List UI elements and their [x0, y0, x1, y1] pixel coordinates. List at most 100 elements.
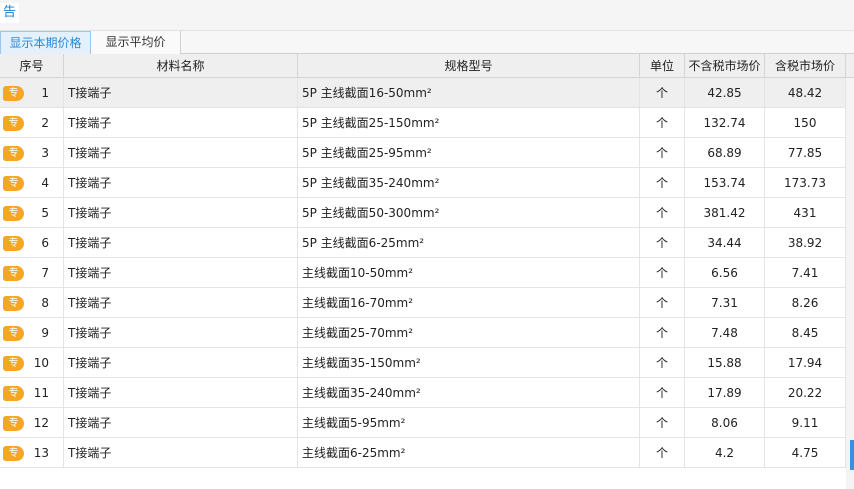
cell-price-ex-tax: 17.89	[685, 378, 765, 408]
row-number: 5	[41, 206, 49, 220]
cell-spec: 主线截面10-50mm²	[298, 258, 640, 288]
cell-price-inc-tax: 38.92	[765, 228, 846, 258]
cell-spec: 5P 主线截面50-300mm²	[298, 198, 640, 228]
cell-seq: 专1	[0, 78, 64, 108]
special-tag-icon: 专	[3, 206, 24, 221]
tab-bar: 显示本期价格 显示平均价	[0, 31, 854, 54]
cell-price-ex-tax: 42.85	[685, 78, 765, 108]
cell-price-ex-tax: 15.88	[685, 348, 765, 378]
cell-seq: 专6	[0, 228, 64, 258]
cell-price-ex-tax: 68.89	[685, 138, 765, 168]
table-row[interactable]: 专 13 T接端子 主线截面6-25mm² 个 4.2 4.75	[0, 438, 846, 468]
row-number: 13	[33, 446, 49, 460]
cell-spec: 5P 主线截面25-150mm²	[298, 108, 640, 138]
cell-spec: 主线截面16-70mm²	[298, 288, 640, 318]
col-header-spec[interactable]: 规格型号	[298, 54, 640, 78]
cell-seq: 专7	[0, 258, 64, 288]
table-row[interactable]: 专 9 T接端子 主线截面25-70mm² 个 7.48 8.45	[0, 318, 846, 348]
vertical-scrollbar[interactable]	[846, 78, 854, 489]
cell-material-name: T接端子	[64, 108, 298, 138]
row-number: 6	[41, 236, 49, 250]
special-tag-icon: 专	[3, 296, 24, 311]
special-tag-icon: 专	[3, 236, 24, 251]
cell-price-ex-tax: 132.74	[685, 108, 765, 138]
cell-price-ex-tax: 7.48	[685, 318, 765, 348]
cell-spec: 5P 主线截面16-50mm²	[298, 78, 640, 108]
tab-average-price[interactable]: 显示平均价	[91, 31, 181, 54]
cell-seq: 专 10	[0, 348, 64, 378]
cell-material-name: T接端子	[64, 198, 298, 228]
cell-unit: 个	[640, 78, 685, 108]
cell-material-name: T接端子	[64, 408, 298, 438]
cell-unit: 个	[640, 198, 685, 228]
cell-price-inc-tax: 4.75	[765, 438, 846, 468]
cell-unit: 个	[640, 138, 685, 168]
cell-seq: 专8	[0, 288, 64, 318]
row-number: 4	[41, 176, 49, 190]
cell-price-inc-tax: 431	[765, 198, 846, 228]
special-tag-icon: 专	[3, 386, 24, 401]
special-tag-icon: 专	[3, 326, 24, 341]
cell-material-name: T接端子	[64, 168, 298, 198]
cell-price-ex-tax: 4.2	[685, 438, 765, 468]
table-row[interactable]: 专 6 T接端子 5P 主线截面6-25mm² 个 34.44 38.92	[0, 228, 846, 258]
row-number: 11	[33, 386, 49, 400]
row-number: 3	[41, 146, 49, 160]
table-row[interactable]: 专 4 T接端子 5P 主线截面35-240mm² 个 153.74 173.73	[0, 168, 846, 198]
window-title: 告	[0, 3, 20, 23]
cell-unit: 个	[640, 348, 685, 378]
table-row[interactable]: 专 10 T接端子 主线截面35-150mm² 个 15.88 17.94	[0, 348, 846, 378]
col-header-price-inc-tax[interactable]: 含税市场价	[765, 54, 846, 78]
cell-material-name: T接端子	[64, 438, 298, 468]
scrollbar-thumb[interactable]	[850, 440, 854, 470]
table-row[interactable]: 专 1 T接端子 5P 主线截面16-50mm² 个 42.85 48.42	[0, 78, 846, 108]
cell-seq: 专 12	[0, 408, 64, 438]
col-header-seq[interactable]: 序号	[0, 54, 64, 78]
table-row[interactable]: 专 5 T接端子 5P 主线截面50-300mm² 个 381.42 431	[0, 198, 846, 228]
cell-unit: 个	[640, 168, 685, 198]
col-header-price-ex-tax[interactable]: 不含税市场价	[685, 54, 765, 78]
table-row[interactable]: 专 11 T接端子 主线截面35-240mm² 个 17.89 20.22	[0, 378, 846, 408]
cell-price-inc-tax: 8.26	[765, 288, 846, 318]
special-tag-icon: 专	[3, 86, 24, 101]
cell-material-name: T接端子	[64, 288, 298, 318]
cell-material-name: T接端子	[64, 228, 298, 258]
table-row[interactable]: 专 8 T接端子 主线截面16-70mm² 个 7.31 8.26	[0, 288, 846, 318]
table-row[interactable]: 专 12 T接端子 主线截面5-95mm² 个 8.06 9.11	[0, 408, 846, 438]
cell-price-inc-tax: 20.22	[765, 378, 846, 408]
tab-current-price[interactable]: 显示本期价格	[0, 31, 91, 54]
cell-unit: 个	[640, 378, 685, 408]
cell-price-inc-tax: 173.73	[765, 168, 846, 198]
cell-material-name: T接端子	[64, 378, 298, 408]
cell-seq: 专5	[0, 198, 64, 228]
cell-unit: 个	[640, 438, 685, 468]
col-header-name[interactable]: 材料名称	[64, 54, 298, 78]
cell-spec: 5P 主线截面6-25mm²	[298, 228, 640, 258]
table-row[interactable]: 专 7 T接端子 主线截面10-50mm² 个 6.56 7.41	[0, 258, 846, 288]
col-header-unit[interactable]: 单位	[640, 54, 685, 78]
row-number: 7	[41, 266, 49, 280]
table-row[interactable]: 专 3 T接端子 5P 主线截面25-95mm² 个 68.89 77.85	[0, 138, 846, 168]
table-header: 序号 材料名称 规格型号 单位 不含税市场价 含税市场价	[0, 54, 854, 78]
cell-material-name: T接端子	[64, 138, 298, 168]
cell-price-ex-tax: 153.74	[685, 168, 765, 198]
special-tag-icon: 专	[3, 446, 24, 461]
cell-unit: 个	[640, 408, 685, 438]
special-tag-icon: 专	[3, 266, 24, 281]
cell-price-inc-tax: 8.45	[765, 318, 846, 348]
cell-price-inc-tax: 7.41	[765, 258, 846, 288]
row-number: 10	[33, 356, 49, 370]
cell-unit: 个	[640, 258, 685, 288]
special-tag-icon: 专	[3, 416, 24, 431]
cell-spec: 主线截面5-95mm²	[298, 408, 640, 438]
cell-spec: 主线截面25-70mm²	[298, 318, 640, 348]
cell-price-inc-tax: 17.94	[765, 348, 846, 378]
special-tag-icon: 专	[3, 116, 24, 131]
window-header: 告	[0, 0, 854, 31]
cell-price-inc-tax: 77.85	[765, 138, 846, 168]
cell-price-inc-tax: 150	[765, 108, 846, 138]
cell-spec: 5P 主线截面35-240mm²	[298, 168, 640, 198]
cell-price-inc-tax: 9.11	[765, 408, 846, 438]
table-row[interactable]: 专 2 T接端子 5P 主线截面25-150mm² 个 132.74 150	[0, 108, 846, 138]
cell-price-ex-tax: 34.44	[685, 228, 765, 258]
